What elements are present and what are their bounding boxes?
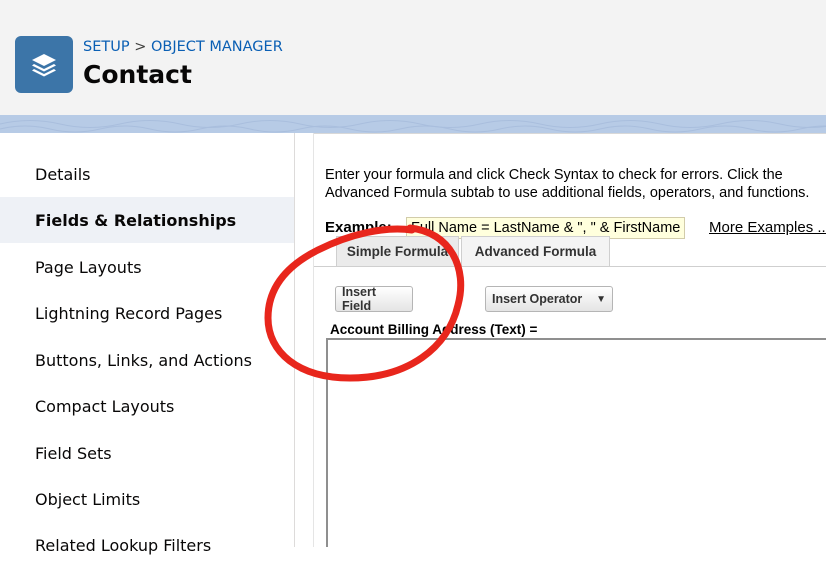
sidebar-item-fields-relationships[interactable]: Fields & Relationships xyxy=(0,197,294,243)
sidebar-item-page-layouts[interactable]: Page Layouts xyxy=(0,244,294,290)
sidebar-item-details[interactable]: Details xyxy=(0,151,294,197)
breadcrumb: SETUP > OBJECT MANAGER xyxy=(83,39,283,55)
breadcrumb-object-manager[interactable]: OBJECT MANAGER xyxy=(151,39,283,55)
tab-advanced-formula[interactable]: Advanced Formula xyxy=(461,236,610,266)
insert-field-label: Insert Field xyxy=(342,285,377,313)
insert-operator-label: Insert Operator xyxy=(492,292,583,306)
insert-field-button[interactable]: Insert Field xyxy=(335,285,413,313)
sidebar-item-related-lookup-filters[interactable]: Related Lookup Filters xyxy=(0,522,294,568)
header-band xyxy=(0,115,826,133)
instructions-line-1: Enter your formula and click Check Synta… xyxy=(325,167,783,183)
caret-down-icon: ▼ xyxy=(596,293,606,305)
formula-editor-panel: Enter your formula and click Check Synta… xyxy=(313,133,826,547)
sidebar-item-lightning-record-pages[interactable]: Lightning Record Pages xyxy=(0,290,294,336)
example-label: Example: xyxy=(325,219,392,236)
sidebar-item-field-sets[interactable]: Field Sets xyxy=(0,430,294,476)
layers-icon xyxy=(15,36,73,93)
breadcrumb-separator: > xyxy=(134,39,147,55)
more-examples-link[interactable]: More Examples ... xyxy=(709,219,826,236)
object-manager-sidebar: Details Fields & Relationships Page Layo… xyxy=(0,133,295,555)
tab-divider xyxy=(314,266,826,267)
formula-field-label: Account Billing Address (Text) = xyxy=(330,322,538,337)
panel-divider xyxy=(314,133,826,134)
formula-instructions: Enter your formula and click Check Synta… xyxy=(325,166,826,202)
tab-simple-formula[interactable]: Simple Formula xyxy=(336,236,459,266)
page-header: SETUP > OBJECT MANAGER Contact xyxy=(0,0,826,115)
sidebar-item-buttons-links-actions[interactable]: Buttons, Links, and Actions xyxy=(0,337,294,383)
instructions-line-2: Advanced Formula subtab to use additiona… xyxy=(325,185,810,201)
formula-textarea[interactable] xyxy=(326,338,826,547)
sidebar-item-object-limits[interactable]: Object Limits xyxy=(0,476,294,522)
sidebar-item-compact-layouts[interactable]: Compact Layouts xyxy=(0,383,294,429)
breadcrumb-setup[interactable]: SETUP xyxy=(83,39,130,55)
page-title: Contact xyxy=(83,60,192,89)
insert-operator-dropdown[interactable]: Insert Operator ▼ xyxy=(485,286,613,312)
